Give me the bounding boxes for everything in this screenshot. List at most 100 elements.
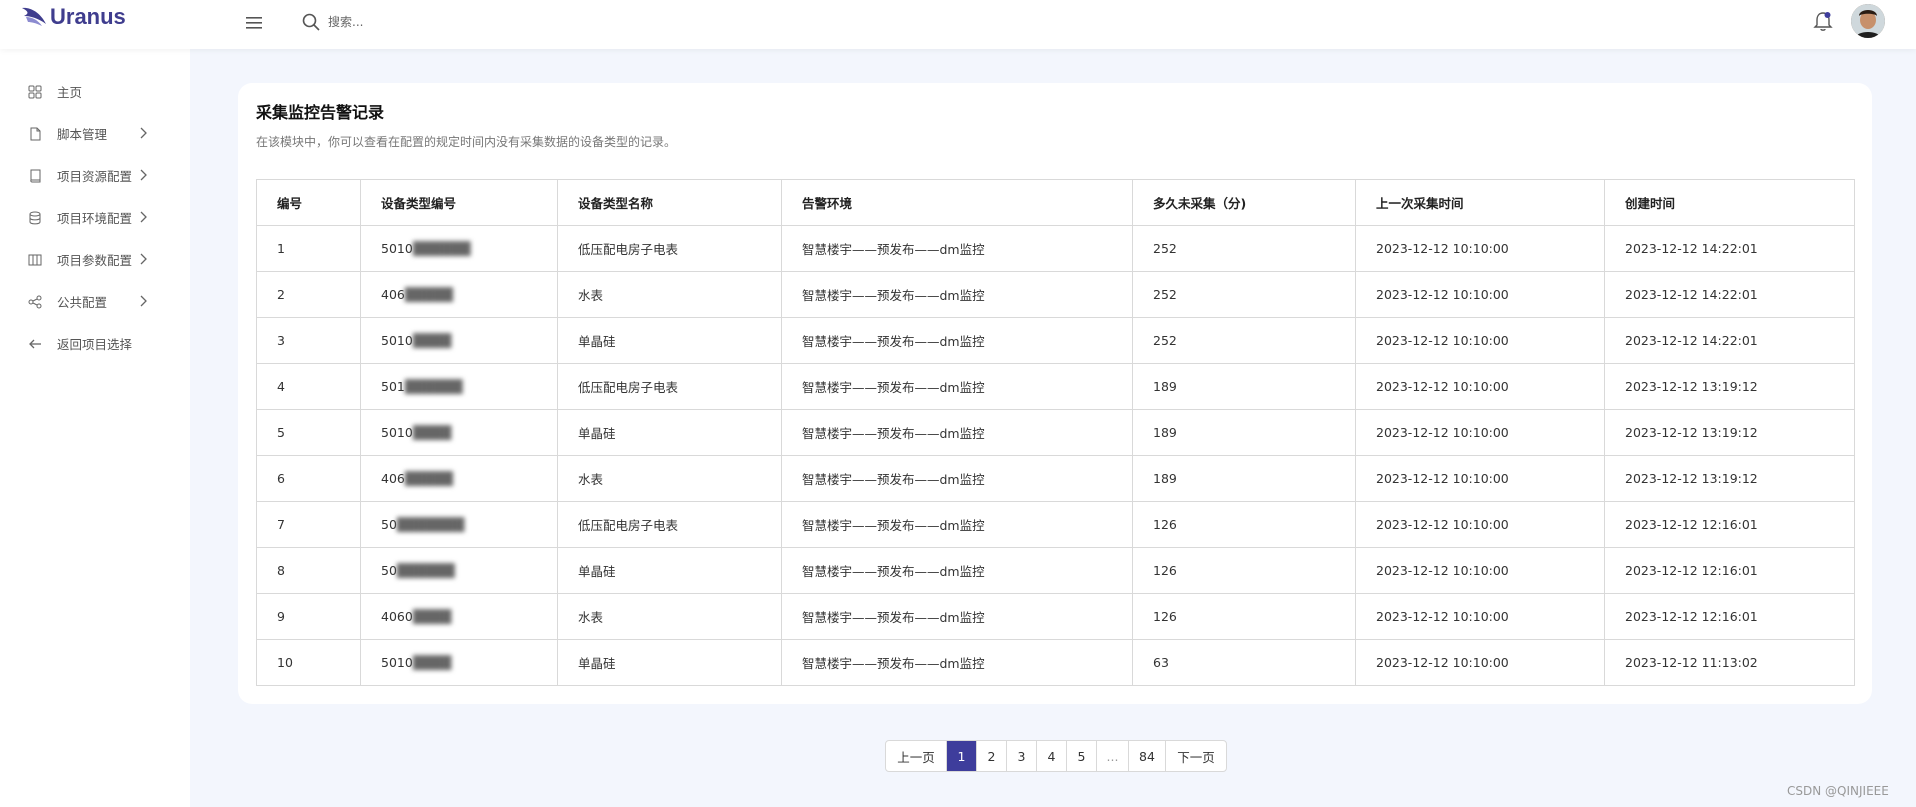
table-cell: 智慧楼宇——预发布——dm监控 bbox=[781, 317, 1133, 364]
table-cell: 2023-12-12 10:10:00 bbox=[1355, 501, 1605, 548]
watermark: CSDN @QINJIEEE bbox=[1787, 784, 1889, 798]
table-cell: 189 bbox=[1132, 455, 1356, 502]
sidebar-item-label: 返回项目选择 bbox=[57, 336, 133, 352]
table-cell: 2023-12-12 10:10:00 bbox=[1355, 547, 1605, 594]
column-header: 上一次采集时间 bbox=[1355, 179, 1605, 226]
table-cell: 6 bbox=[256, 455, 361, 502]
table-cell: 2023-12-12 10:10:00 bbox=[1355, 363, 1605, 410]
page-button-2[interactable]: 2 bbox=[977, 741, 1007, 771]
device-type-code-cell: 406█████ bbox=[360, 455, 558, 502]
table-cell: 252 bbox=[1132, 225, 1356, 272]
device-type-code-cell: 5010████ bbox=[360, 317, 558, 364]
column-header: 设备类型名称 bbox=[557, 179, 782, 226]
table-cell: 126 bbox=[1132, 593, 1356, 640]
bell-icon[interactable] bbox=[1813, 10, 1833, 32]
device-type-code-cell: 5010██████ bbox=[360, 225, 558, 272]
table-cell: 2023-12-12 14:22:01 bbox=[1604, 271, 1855, 318]
grid-icon bbox=[28, 85, 42, 99]
sidebar-item-label: 项目参数配置 bbox=[57, 252, 133, 268]
hamburger-menu-icon[interactable] bbox=[245, 15, 265, 31]
page-button-3[interactable]: 3 bbox=[1007, 741, 1037, 771]
table-cell: 63 bbox=[1132, 639, 1356, 686]
logo[interactable]: Uranus bbox=[20, 4, 126, 30]
table-cell: 低压配电房子电表 bbox=[557, 225, 782, 272]
alarm-records-table: 编号 设备类型编号 设备类型名称 告警环境 多久未采集（分) 上一次采集时间 创… bbox=[256, 179, 1855, 686]
table-cell: 智慧楼宇——预发布——dm监控 bbox=[781, 363, 1133, 410]
table-cell: 低压配电房子电表 bbox=[557, 363, 782, 410]
logo-text: Uranus bbox=[50, 4, 126, 29]
table-cell: 2023-12-12 13:19:12 bbox=[1604, 363, 1855, 410]
sidebar-item-project-env-config[interactable]: 项目环境配置 bbox=[0, 200, 190, 234]
sidebar-item-project-param-config[interactable]: 项目参数配置 bbox=[0, 242, 190, 276]
page-button-5[interactable]: 5 bbox=[1067, 741, 1097, 771]
table-cell: 1 bbox=[256, 225, 361, 272]
sidebar-item-label: 主页 bbox=[57, 84, 83, 100]
sidebar-item-back-to-project[interactable]: 返回项目选择 bbox=[0, 326, 190, 360]
table-header-row: 编号 设备类型编号 设备类型名称 告警环境 多久未采集（分) 上一次采集时间 创… bbox=[256, 179, 1855, 226]
table-cell: 4 bbox=[256, 363, 361, 410]
table-cell: 7 bbox=[256, 501, 361, 548]
chevron-right-icon bbox=[140, 295, 147, 307]
table-cell: 126 bbox=[1132, 547, 1356, 594]
device-type-code-cell: 50███████ bbox=[360, 501, 558, 548]
table-cell: 2023-12-12 10:10:00 bbox=[1355, 455, 1605, 502]
table-cell: 水表 bbox=[557, 593, 782, 640]
table-row: 9 4060████ 水表 智慧楼宇——预发布——dm监控 126 2023-12-12 … bbox=[256, 593, 1855, 640]
table-cell: 水表 bbox=[557, 271, 782, 318]
table-cell: 2023-12-12 12:16:01 bbox=[1604, 593, 1855, 640]
table-cell: 智慧楼宇——预发布——dm监控 bbox=[781, 271, 1133, 318]
table-cell: 10 bbox=[256, 639, 361, 686]
chevron-right-icon bbox=[140, 127, 147, 139]
table-cell: 2023-12-12 10:10:00 bbox=[1355, 271, 1605, 318]
sidebar-item-script-management[interactable]: 脚本管理 bbox=[0, 116, 190, 150]
sidebar-item-label: 脚本管理 bbox=[57, 126, 108, 142]
table-cell: 189 bbox=[1132, 363, 1356, 410]
table-cell: 水表 bbox=[557, 455, 782, 502]
table-cell: 126 bbox=[1132, 501, 1356, 548]
table-cell: 2023-12-12 12:16:01 bbox=[1604, 501, 1855, 548]
page-title: 采集监控告警记录 bbox=[256, 103, 385, 122]
top-header: Uranus bbox=[0, 0, 1916, 49]
table-row: 6 406█████ 水表 智慧楼宇——预发布——dm监控 189 2023-12-12 … bbox=[256, 455, 1855, 502]
columns-icon bbox=[28, 254, 42, 266]
search-input[interactable] bbox=[328, 12, 588, 32]
chevron-right-icon bbox=[140, 211, 147, 223]
table-cell: 9 bbox=[256, 593, 361, 640]
table-cell: 2023-12-12 13:19:12 bbox=[1604, 409, 1855, 456]
table-row: 5 5010████ 单晶硅 智慧楼宇——预发布——dm监控 189 2023-12-12… bbox=[256, 409, 1855, 456]
page-button-84[interactable]: 84 bbox=[1129, 741, 1166, 771]
table-body: 1 5010██████ 低压配电房子电表 智慧楼宇——预发布——dm监控 252 202… bbox=[256, 225, 1855, 686]
column-header: 设备类型编号 bbox=[360, 179, 558, 226]
page-button-1[interactable]: 1 bbox=[947, 741, 977, 771]
column-header: 创建时间 bbox=[1604, 179, 1855, 226]
user-avatar[interactable] bbox=[1851, 4, 1885, 38]
alarm-records-card: 采集监控告警记录 在该模块中，你可以查看在配置的规定时间内没有采集数据的设备类型… bbox=[238, 83, 1872, 704]
table-cell: 3 bbox=[256, 317, 361, 364]
table-cell: 2 bbox=[256, 271, 361, 318]
table-cell: 低压配电房子电表 bbox=[557, 501, 782, 548]
device-type-code-cell: 5010████ bbox=[360, 639, 558, 686]
next-page-button[interactable]: 下一页 bbox=[1166, 741, 1226, 771]
table-cell: 5 bbox=[256, 409, 361, 456]
table-cell: 8 bbox=[256, 547, 361, 594]
sidebar-item-project-resource-config[interactable]: 项目资源配置 bbox=[0, 158, 190, 192]
page-ellipsis: ... bbox=[1097, 741, 1129, 771]
sidebar-item-public-config[interactable]: 公共配置 bbox=[0, 284, 190, 318]
device-type-code-cell: 501██████ bbox=[360, 363, 558, 410]
page-button-4[interactable]: 4 bbox=[1037, 741, 1067, 771]
table-cell: 2023-12-12 12:16:01 bbox=[1604, 547, 1855, 594]
table-cell: 189 bbox=[1132, 409, 1356, 456]
table-cell: 252 bbox=[1132, 271, 1356, 318]
table-cell: 2023-12-12 13:19:12 bbox=[1604, 455, 1855, 502]
table-cell: 智慧楼宇——预发布——dm监控 bbox=[781, 225, 1133, 272]
sidebar-item-home[interactable]: 主页 bbox=[0, 74, 190, 108]
prev-page-button[interactable]: 上一页 bbox=[886, 741, 947, 771]
device-type-code-cell: 406█████ bbox=[360, 271, 558, 318]
device-type-code-cell: 5010████ bbox=[360, 409, 558, 456]
table-cell: 单晶硅 bbox=[557, 547, 782, 594]
device-type-code-cell: 4060████ bbox=[360, 593, 558, 640]
table-cell: 2023-12-12 10:10:00 bbox=[1355, 639, 1605, 686]
table-cell: 单晶硅 bbox=[557, 317, 782, 364]
share-icon bbox=[28, 295, 42, 309]
column-header: 多久未采集（分) bbox=[1132, 179, 1356, 226]
